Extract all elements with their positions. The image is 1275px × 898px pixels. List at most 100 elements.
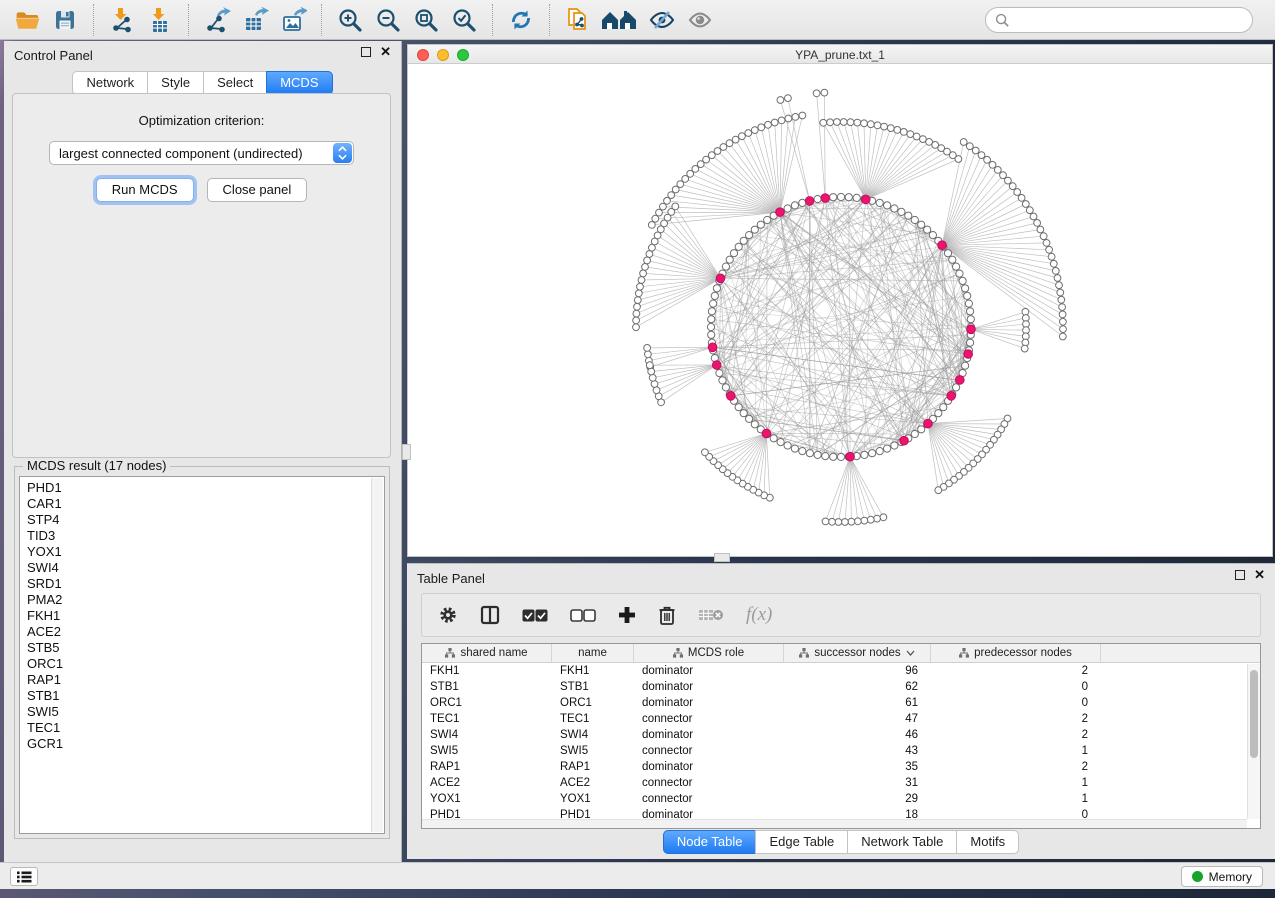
select-all-button[interactable] [522, 609, 548, 622]
deselect-all-button[interactable] [570, 609, 596, 622]
mcds-result-item[interactable]: SRD1 [27, 576, 384, 592]
mcds-result-item[interactable]: STB5 [27, 640, 384, 656]
run-mcds-button[interactable]: Run MCDS [96, 178, 194, 202]
mcds-result-item[interactable]: STP4 [27, 512, 384, 528]
delete-table-button[interactable] [698, 607, 724, 623]
table-cell: ACE2 [552, 777, 634, 789]
add-column-button[interactable] [618, 606, 636, 624]
tab-edge-table[interactable]: Edge Table [755, 830, 848, 854]
network-window-titlebar[interactable]: YPA_prune.txt_1 [408, 45, 1272, 64]
node-table[interactable]: shared name name MCDS role successor nodes p… [421, 643, 1261, 829]
show-all-button[interactable] [681, 3, 719, 37]
zoom-fit-button[interactable] [407, 3, 445, 37]
table-row[interactable]: TEC1TEC1connector472 [422, 711, 1260, 727]
search-input[interactable] [1010, 10, 1252, 30]
close-window-icon[interactable] [417, 49, 429, 61]
table-cell: 61 [784, 697, 931, 709]
export-table-button[interactable] [236, 3, 274, 37]
mcds-result-item[interactable]: TEC1 [27, 720, 384, 736]
save-session-button[interactable] [46, 3, 84, 37]
table-cell: RAP1 [552, 761, 634, 773]
tab-select[interactable]: Select [203, 71, 267, 95]
tab-network-table[interactable]: Network Table [847, 830, 957, 854]
column-header-label: name [578, 647, 607, 659]
hide-selected-button[interactable] [643, 3, 681, 37]
minimize-window-icon[interactable] [437, 49, 449, 61]
table-row[interactable]: RAP1RAP1dominator352 [422, 759, 1260, 775]
column-header-shared-name[interactable]: shared name [422, 644, 552, 662]
table-scrollbar[interactable] [1247, 664, 1260, 819]
table-row[interactable]: SWI4SWI4dominator462 [422, 727, 1260, 743]
column-header-label: successor nodes [814, 647, 900, 659]
export-image-button[interactable] [274, 3, 312, 37]
float-panel-icon[interactable] [1235, 570, 1245, 580]
import-table-button[interactable] [141, 3, 179, 37]
mcds-result-item[interactable]: CAR1 [27, 496, 384, 512]
mcds-result-item[interactable]: ACE2 [27, 624, 384, 640]
table-cell: 0 [931, 697, 1101, 709]
zoom-in-button[interactable] [331, 3, 369, 37]
mcds-result-item[interactable]: FKH1 [27, 608, 384, 624]
refresh-button[interactable] [502, 3, 540, 37]
memory-button[interactable]: Memory [1181, 866, 1263, 887]
maximize-window-icon[interactable] [457, 49, 469, 61]
mcds-result-item[interactable]: SWI5 [27, 704, 384, 720]
network-graph[interactable] [408, 65, 1272, 557]
mcds-result-item[interactable]: YOX1 [27, 544, 384, 560]
tab-motifs[interactable]: Motifs [956, 830, 1019, 854]
tab-node-table[interactable]: Node Table [663, 830, 757, 854]
close-panel-button[interactable]: Close panel [207, 178, 308, 202]
tab-style[interactable]: Style [147, 71, 204, 95]
float-panel-icon[interactable] [361, 47, 371, 57]
function-builder-button[interactable]: f(x) [746, 604, 772, 626]
export-network-button[interactable] [198, 3, 236, 37]
mcds-result-item[interactable]: PHD1 [27, 480, 384, 496]
criterion-select[interactable]: largest connected component (undirected) [49, 141, 354, 165]
mcds-result-item[interactable]: GCR1 [27, 736, 384, 752]
table-horizontal-scrollbar[interactable] [422, 819, 1247, 828]
tab-network[interactable]: Network [72, 71, 148, 95]
close-panel-icon[interactable]: ✕ [1254, 570, 1265, 580]
mcds-result-item[interactable]: ORC1 [27, 656, 384, 672]
table-cell: 43 [784, 745, 931, 757]
table-scrollbar-thumb[interactable] [1250, 670, 1258, 758]
task-history-button[interactable] [10, 867, 38, 886]
close-panel-icon[interactable]: ✕ [380, 47, 391, 57]
vertical-divider-grip[interactable] [402, 444, 411, 460]
table-cell: 62 [784, 681, 931, 693]
table-row[interactable]: YOX1YOX1connector291 [422, 791, 1260, 807]
import-network-button[interactable] [103, 3, 141, 37]
tab-mcds[interactable]: MCDS [266, 71, 332, 95]
open-file-button[interactable] [8, 3, 46, 37]
column-header-successor-nodes[interactable]: successor nodes [784, 644, 931, 662]
network-canvas[interactable] [408, 65, 1272, 556]
column-header-predecessor-nodes[interactable]: predecessor nodes [931, 644, 1101, 662]
table-row[interactable]: STB1STB1dominator620 [422, 679, 1260, 695]
horizontal-divider-grip[interactable] [714, 553, 730, 562]
table-settings-button[interactable] [438, 605, 458, 625]
table-row[interactable]: ORC1ORC1dominator610 [422, 695, 1260, 711]
result-list-scrollbar[interactable] [371, 478, 383, 832]
table-row[interactable]: ACE2ACE2connector311 [422, 775, 1260, 791]
save-icon [53, 8, 77, 32]
table-row[interactable]: FKH1FKH1dominator962 [422, 663, 1260, 679]
mcds-result-list[interactable]: PHD1CAR1STP4TID3YOX1SWI4SRD1PMA2FKH1ACE2… [19, 476, 385, 834]
delete-column-button[interactable] [658, 605, 676, 625]
table-row[interactable]: SWI5SWI5connector431 [422, 743, 1260, 759]
import-network-icon [109, 7, 135, 33]
new-network-from-selection-button[interactable] [559, 3, 597, 37]
zoom-out-button[interactable] [369, 3, 407, 37]
table-cell: TEC1 [552, 713, 634, 725]
first-neighbors-button[interactable] [597, 3, 643, 37]
mcds-result-item[interactable]: STB1 [27, 688, 384, 704]
mcds-result-item[interactable]: PMA2 [27, 592, 384, 608]
mcds-result-item[interactable]: TID3 [27, 528, 384, 544]
main-toolbar [0, 0, 1275, 40]
column-header-mcds-role[interactable]: MCDS role [634, 644, 784, 662]
table-cell: TEC1 [422, 713, 552, 725]
mcds-result-item[interactable]: RAP1 [27, 672, 384, 688]
split-panel-button[interactable] [480, 605, 500, 625]
mcds-result-item[interactable]: SWI4 [27, 560, 384, 576]
column-header-name[interactable]: name [552, 644, 634, 662]
zoom-selected-button[interactable] [445, 3, 483, 37]
